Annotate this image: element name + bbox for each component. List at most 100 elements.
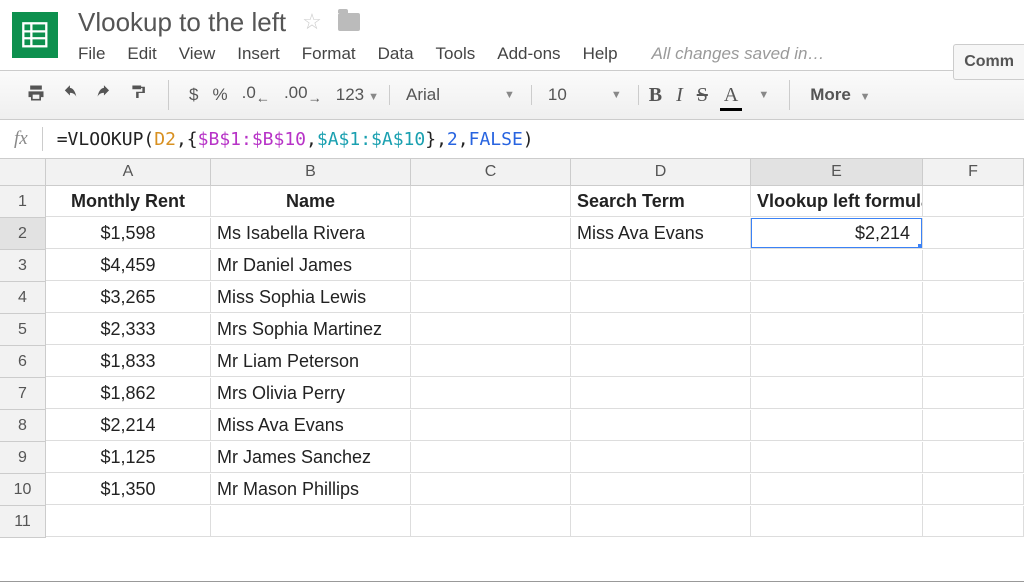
cell[interactable] — [571, 282, 751, 313]
strikethrough-button[interactable]: S — [697, 84, 708, 107]
cell[interactable] — [571, 378, 751, 409]
cell[interactable] — [923, 314, 1024, 345]
cell[interactable]: Mrs Sophia Martinez — [211, 314, 411, 345]
cell[interactable] — [751, 474, 923, 505]
cell[interactable] — [923, 378, 1024, 409]
cell[interactable] — [211, 506, 411, 537]
cell[interactable]: Search Term — [571, 186, 751, 217]
menu-edit[interactable]: Edit — [127, 44, 156, 64]
cell[interactable] — [751, 378, 923, 409]
cell[interactable] — [923, 506, 1024, 537]
redo-icon[interactable] — [94, 84, 114, 107]
font-size-selector[interactable]: 10 ▼ — [532, 85, 639, 105]
cell[interactable] — [411, 186, 571, 217]
comments-button[interactable]: Comm — [953, 44, 1024, 80]
cell[interactable] — [411, 314, 571, 345]
star-icon[interactable]: ☆ — [302, 9, 322, 35]
cell[interactable]: $1,125 — [46, 442, 211, 473]
cell[interactable] — [751, 346, 923, 377]
cell[interactable] — [923, 186, 1024, 217]
cell[interactable] — [411, 410, 571, 441]
cell[interactable] — [571, 250, 751, 281]
formula-input[interactable]: =VLOOKUP(D2,{$B$1:$B$10,$A$1:$A$10},2,FA… — [57, 129, 534, 150]
menu-data[interactable]: Data — [378, 44, 414, 64]
cell[interactable] — [411, 282, 571, 313]
row-header[interactable]: 3 — [0, 250, 46, 282]
cell[interactable] — [411, 218, 571, 249]
cell[interactable]: Mr Liam Peterson — [211, 346, 411, 377]
text-color-button[interactable]: A — [722, 84, 740, 107]
cell[interactable]: Miss Ava Evans — [211, 410, 411, 441]
cell[interactable] — [751, 314, 923, 345]
cell[interactable] — [751, 282, 923, 313]
font-selector[interactable]: Arial ▼ — [389, 85, 532, 105]
row-header[interactable]: 2 — [0, 218, 46, 250]
cell[interactable] — [923, 442, 1024, 473]
cell[interactable]: $1,350 — [46, 474, 211, 505]
menu-view[interactable]: View — [179, 44, 216, 64]
cell[interactable] — [571, 506, 751, 537]
print-icon[interactable] — [26, 83, 46, 108]
cell[interactable]: Vlookup left formula — [751, 186, 923, 217]
cell[interactable] — [571, 442, 751, 473]
cell[interactable]: Miss Ava Evans — [571, 218, 751, 249]
col-header-D[interactable]: D — [571, 159, 751, 186]
cell[interactable]: Miss Sophia Lewis — [211, 282, 411, 313]
cell[interactable] — [751, 442, 923, 473]
col-header-F[interactable]: F — [923, 159, 1024, 186]
italic-button[interactable]: I — [676, 84, 683, 107]
cell[interactable] — [751, 250, 923, 281]
menu-tools[interactable]: Tools — [436, 44, 476, 64]
menu-file[interactable]: File — [78, 44, 105, 64]
cell[interactable]: Name — [211, 186, 411, 217]
currency-button[interactable]: $ — [189, 85, 198, 105]
row-header[interactable]: 1 — [0, 186, 46, 218]
cell[interactable] — [46, 506, 211, 537]
row-header[interactable]: 5 — [0, 314, 46, 346]
cell[interactable] — [923, 250, 1024, 281]
cell[interactable]: $3,265 — [46, 282, 211, 313]
number-format-button[interactable]: 123▼ — [336, 85, 379, 105]
cell[interactable]: Mr Mason Phillips — [211, 474, 411, 505]
cell[interactable]: Mr James Sanchez — [211, 442, 411, 473]
cell[interactable] — [411, 474, 571, 505]
cell[interactable]: $4,459 — [46, 250, 211, 281]
row-header[interactable]: 4 — [0, 282, 46, 314]
col-header-A[interactable]: A — [46, 159, 211, 186]
cell[interactable] — [923, 410, 1024, 441]
row-header[interactable]: 8 — [0, 410, 46, 442]
decrease-decimal-button[interactable]: .0← — [242, 83, 270, 106]
cell[interactable] — [411, 250, 571, 281]
menu-help[interactable]: Help — [583, 44, 618, 64]
select-all-corner[interactable] — [0, 159, 46, 186]
cell[interactable]: $1,833 — [46, 346, 211, 377]
percent-button[interactable]: % — [212, 85, 227, 105]
cell[interactable] — [923, 474, 1024, 505]
cell[interactable]: $2,333 — [46, 314, 211, 345]
col-header-B[interactable]: B — [211, 159, 411, 186]
cell[interactable] — [923, 346, 1024, 377]
row-header[interactable]: 9 — [0, 442, 46, 474]
cell[interactable]: $1,862 — [46, 378, 211, 409]
increase-decimal-button[interactable]: .00→ — [284, 83, 322, 106]
row-header[interactable]: 7 — [0, 378, 46, 410]
cell[interactable]: Mrs Olivia Perry — [211, 378, 411, 409]
fill-handle[interactable] — [918, 244, 923, 249]
row-header[interactable]: 11 — [0, 506, 46, 538]
bold-button[interactable]: B — [649, 84, 662, 107]
cell[interactable] — [751, 410, 923, 441]
cell[interactable]: Ms Isabella Rivera — [211, 218, 411, 249]
cell[interactable] — [411, 378, 571, 409]
paint-format-icon[interactable] — [128, 83, 148, 108]
cell[interactable]: $2,214 — [46, 410, 211, 441]
cell[interactable]: Mr Daniel James — [211, 250, 411, 281]
folder-icon[interactable] — [338, 13, 360, 31]
row-header[interactable]: 6 — [0, 346, 46, 378]
cell[interactable] — [571, 346, 751, 377]
chevron-down-icon[interactable]: ▼ — [758, 89, 769, 101]
cell[interactable] — [923, 282, 1024, 313]
cell[interactable] — [571, 474, 751, 505]
sheets-logo-icon[interactable] — [12, 12, 58, 58]
cell[interactable] — [571, 314, 751, 345]
row-header[interactable]: 10 — [0, 474, 46, 506]
